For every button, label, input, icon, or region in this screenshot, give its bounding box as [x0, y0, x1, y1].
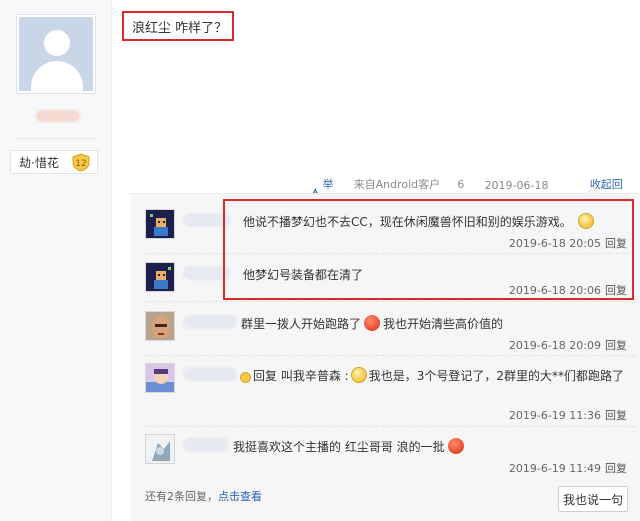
- commenter-avatar[interactable]: [145, 209, 175, 239]
- post-text-highlight: 浪红尘 咋样了？: [122, 11, 234, 41]
- game-pixel-avatar-icon: [146, 210, 174, 238]
- confused-emoji-icon: [350, 367, 367, 383]
- author-name-blurred: [36, 110, 80, 122]
- face-photo-avatar-icon: [146, 312, 174, 340]
- angry-emoji-icon: [364, 315, 381, 331]
- comment-text-continued: 我也开始清些高价值的: [383, 317, 504, 331]
- commenter-name-blurred: [183, 438, 229, 452]
- highlight-frame: [223, 199, 634, 300]
- comment-time: 2019-6-18 20:09 回复: [508, 339, 627, 352]
- angry-emoji-icon: [447, 438, 464, 454]
- commenter-name-blurred: [183, 367, 237, 381]
- badge-label: 劫·惜花: [19, 155, 59, 170]
- comment-time: 2019-6-19 11:49 回复: [508, 462, 627, 475]
- reply-link[interactable]: 回复: [605, 409, 627, 422]
- author-avatar[interactable]: [16, 14, 96, 94]
- say-something-button[interactable]: 我也说一句: [558, 486, 628, 512]
- commenter-name-blurred: [183, 315, 237, 329]
- reply-link[interactable]: 回复: [605, 462, 627, 475]
- comment-item: 我挺喜欢这个主播的 红尘哥哥 浪的一批 2019-6-19 11:49 回复: [145, 434, 635, 475]
- commenter-avatar[interactable]: [145, 262, 175, 292]
- commenter-avatar[interactable]: [145, 311, 175, 341]
- default-avatar-icon: [19, 17, 93, 91]
- reply-link[interactable]: 回复: [605, 339, 627, 352]
- cartoon-avatar-icon: [146, 435, 174, 463]
- more-replies: 还有2条回复，点击查看: [145, 490, 262, 503]
- level-badge[interactable]: 劫·惜花 12: [10, 150, 98, 174]
- post-text: 浪红尘 咋样了？: [132, 20, 228, 36]
- show-more-link[interactable]: 点击查看: [218, 490, 262, 503]
- comment-reply-prefix: 回复 叫我辛普森 :: [253, 369, 349, 383]
- anime-avatar-icon: [146, 364, 174, 392]
- comment-item: 群里一拨人开始跑路了 我也开始清些高价值的 2019-6-18 20:09 回复: [145, 311, 635, 352]
- small-emoji-icon: [240, 372, 251, 383]
- author-column: 劫·惜花 12: [0, 0, 112, 521]
- level-number: 12: [75, 159, 86, 169]
- level-shield-icon: 12: [72, 153, 90, 172]
- game-pixel-avatar-icon: [146, 263, 174, 291]
- divider: [16, 138, 96, 139]
- commenter-avatar[interactable]: [145, 363, 175, 393]
- commenter-avatar[interactable]: [145, 434, 175, 464]
- comment-text: 我也是，3个号登记了，2群里的大**们都跑路了: [368, 369, 624, 383]
- comment-item: 回复 叫我辛普森 : 我也是，3个号登记了，2群里的大**们都跑路了 2019-6…: [145, 363, 635, 423]
- comment-time: 2019-6-19 11:36 回复: [508, 409, 627, 422]
- comment-text: 群里一拨人开始跑路了: [241, 317, 362, 331]
- comment-text: 我挺喜欢这个主播的 红尘哥哥 浪的一批: [233, 440, 445, 454]
